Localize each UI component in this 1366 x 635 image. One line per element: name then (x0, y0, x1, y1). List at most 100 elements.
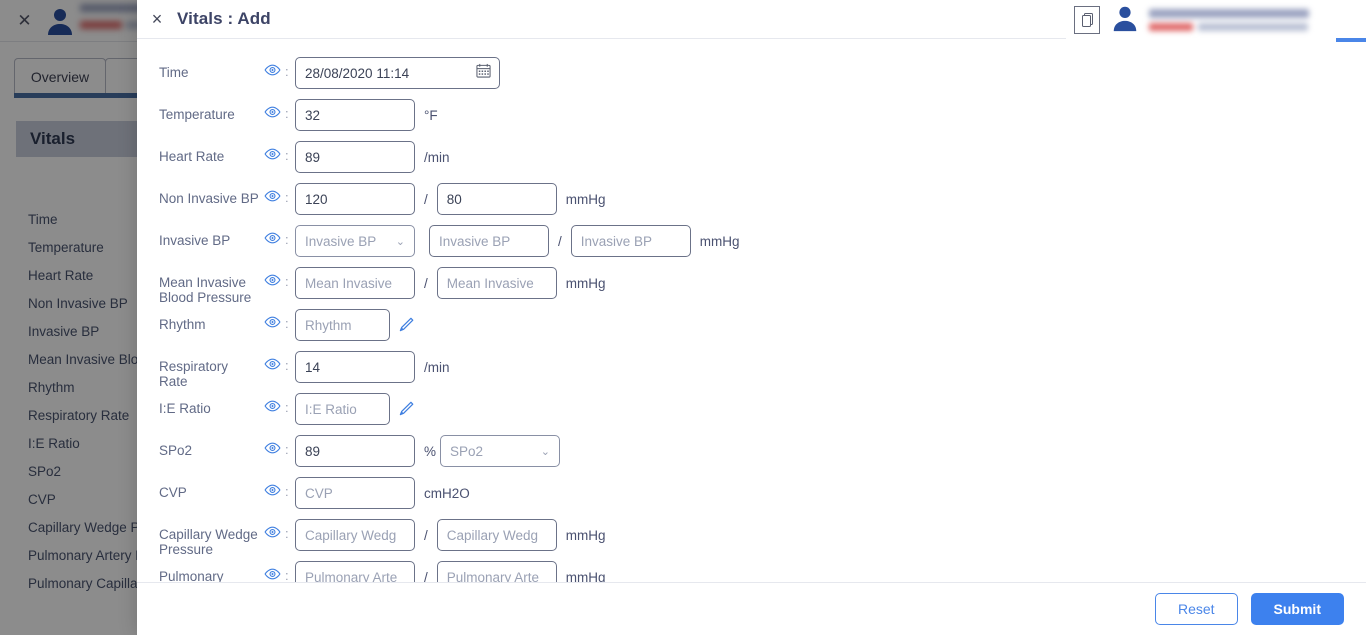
field-label-heart-rate: Heart Rate (159, 149, 225, 164)
form-row-rhythm: Rhythm: (137, 305, 1366, 347)
input-non-invasive-bp-systolic[interactable] (295, 183, 415, 215)
calendar-icon[interactable] (476, 63, 491, 83)
field-group-cvp: cmH2O (295, 473, 470, 509)
form-row-cvp: CVP: cmH2O (137, 473, 1366, 515)
field-separator: / (424, 527, 428, 543)
eye-visibility-icon[interactable] (259, 515, 285, 538)
field-unit-non-invasive-bp: mmHg (565, 191, 606, 207)
eye-visibility-icon[interactable] (259, 137, 285, 160)
chevron-down-icon: ⌄ (540, 445, 551, 458)
date-field-wrapper (295, 57, 500, 89)
select-invasive-bp[interactable]: Invasive BP ⌄ (295, 225, 415, 257)
form-row-ie-ratio: I:E Ratio: (137, 389, 1366, 431)
eye-visibility-icon[interactable] (259, 431, 285, 454)
field-group-heart-rate: /min (295, 137, 450, 173)
field-group-temperature: °F (295, 95, 438, 131)
input-invasive-bp-systolic[interactable] (429, 225, 549, 257)
eye-visibility-icon (263, 358, 281, 370)
form-row-non-invasive-bp: Non Invasive BP: / mmHg (137, 179, 1366, 221)
eye-visibility-icon[interactable] (259, 347, 285, 370)
field-label-pulmonary-artery-pressure: Pulmonary Artery Pressure (159, 569, 224, 582)
chevron-down-icon: ⌄ (395, 235, 405, 248)
modal-title: Vitals : Add (177, 9, 271, 28)
eye-visibility-icon[interactable] (259, 473, 285, 496)
input-invasive-bp-diastolic[interactable] (570, 225, 691, 257)
eye-visibility-icon (263, 190, 281, 202)
field-group-mean-invasive-blood-pressure: / mmHg (295, 263, 606, 299)
eye-visibility-icon (263, 106, 281, 118)
select-spo2-value: SPo2 (450, 443, 484, 459)
submit-button[interactable]: Submit (1250, 593, 1344, 625)
top-right-patient-info (1149, 9, 1309, 31)
field-label-mean-invasive-blood-pressure: Mean Invasive Blood Pressure (159, 275, 252, 305)
vitals-add-modal: × Vitals : Add Time: Temperature: °F Heart … (137, 0, 1366, 635)
form-row-pulmonary-artery-pressure: Pulmonary Artery Pressure: / mmHg (137, 557, 1366, 582)
input-time[interactable] (295, 57, 500, 89)
eye-visibility-icon (263, 274, 281, 286)
input-temperature[interactable] (295, 99, 415, 131)
eye-visibility-icon (263, 232, 281, 244)
input-cvp[interactable] (295, 477, 415, 509)
field-label-time: Time (159, 65, 189, 80)
eye-visibility-icon[interactable] (259, 179, 285, 202)
eye-visibility-icon (263, 316, 281, 328)
eye-visibility-icon[interactable] (259, 389, 285, 412)
field-label-respiratory-rate: Respiratory Rate (159, 359, 229, 389)
input-mean-invasive-blood-pressure-diastolic[interactable] (436, 267, 557, 299)
input-mean-invasive-blood-pressure-systolic[interactable] (295, 267, 415, 299)
field-unit-pulmonary-artery-pressure: mmHg (565, 569, 606, 583)
eye-visibility-icon (263, 484, 281, 496)
input-rhythm[interactable] (295, 309, 390, 341)
eye-visibility-icon[interactable] (259, 263, 285, 286)
field-label-temperature: Temperature (159, 107, 235, 122)
input-capillary-wedge-pressure-systolic[interactable] (295, 519, 415, 551)
select-spo2[interactable]: SPo2 ⌄ (440, 435, 561, 467)
input-ie-ratio[interactable] (295, 393, 390, 425)
input-respiratory-rate[interactable] (295, 351, 415, 383)
input-non-invasive-bp-diastolic[interactable] (436, 183, 557, 215)
field-label-capillary-wedge-pressure: Capillary Wedge Pressure (159, 527, 258, 557)
field-group-pulmonary-artery-pressure: / mmHg (295, 557, 606, 582)
field-unit-mean-invasive-blood-pressure: mmHg (565, 275, 606, 291)
eye-visibility-icon[interactable] (259, 557, 285, 580)
input-heart-rate[interactable] (295, 141, 415, 173)
field-unit-cvp: cmH2O (424, 485, 470, 501)
modal-body: Time: Temperature: °F Heart Rate: /min Non In… (137, 39, 1366, 582)
eye-visibility-icon[interactable] (259, 221, 285, 244)
field-unit-heart-rate: /min (424, 149, 450, 165)
document-copy-icon[interactable] (1074, 6, 1100, 34)
field-separator: / (424, 569, 428, 583)
reset-button[interactable]: Reset (1154, 593, 1238, 625)
input-pulmonary-artery-pressure-systolic[interactable] (295, 561, 415, 582)
pencil-edit-icon[interactable] (397, 400, 415, 418)
field-colon: : (285, 358, 289, 373)
field-colon: : (285, 64, 289, 79)
pencil-edit-icon[interactable] (397, 316, 415, 334)
close-icon[interactable]: × (137, 9, 177, 30)
modal-footer: Reset Submit (137, 582, 1366, 635)
input-spo2[interactable] (295, 435, 415, 467)
field-colon: : (285, 274, 289, 289)
modal-scroll-area[interactable]: Time: Temperature: °F Heart Rate: /min Non In… (137, 39, 1366, 582)
field-group-spo2: % SPo2 ⌄ (295, 431, 561, 467)
field-group-capillary-wedge-pressure: / mmHg (295, 515, 606, 551)
field-group-non-invasive-bp: / mmHg (295, 179, 606, 215)
field-colon: : (285, 442, 289, 457)
input-capillary-wedge-pressure-diastolic[interactable] (436, 519, 557, 551)
eye-visibility-icon[interactable] (259, 305, 285, 328)
pencil-edit-icon (399, 317, 414, 332)
field-label-rhythm: Rhythm (159, 317, 206, 332)
eye-visibility-icon (263, 148, 281, 160)
eye-visibility-icon[interactable] (259, 95, 285, 118)
input-pulmonary-artery-pressure-diastolic[interactable] (436, 561, 557, 582)
field-colon: : (285, 106, 289, 121)
field-unit-capillary-wedge-pressure: mmHg (565, 527, 606, 543)
eye-visibility-icon[interactable] (259, 53, 285, 76)
field-label-invasive-bp: Invasive BP (159, 233, 231, 248)
form-row-capillary-wedge-pressure: Capillary Wedge Pressure: / mmHg (137, 515, 1366, 557)
eye-visibility-icon (263, 526, 281, 538)
field-group-ie-ratio (295, 389, 415, 425)
field-colon: : (285, 400, 289, 415)
field-unit-spo2: % (424, 443, 437, 459)
field-colon: : (285, 232, 289, 247)
